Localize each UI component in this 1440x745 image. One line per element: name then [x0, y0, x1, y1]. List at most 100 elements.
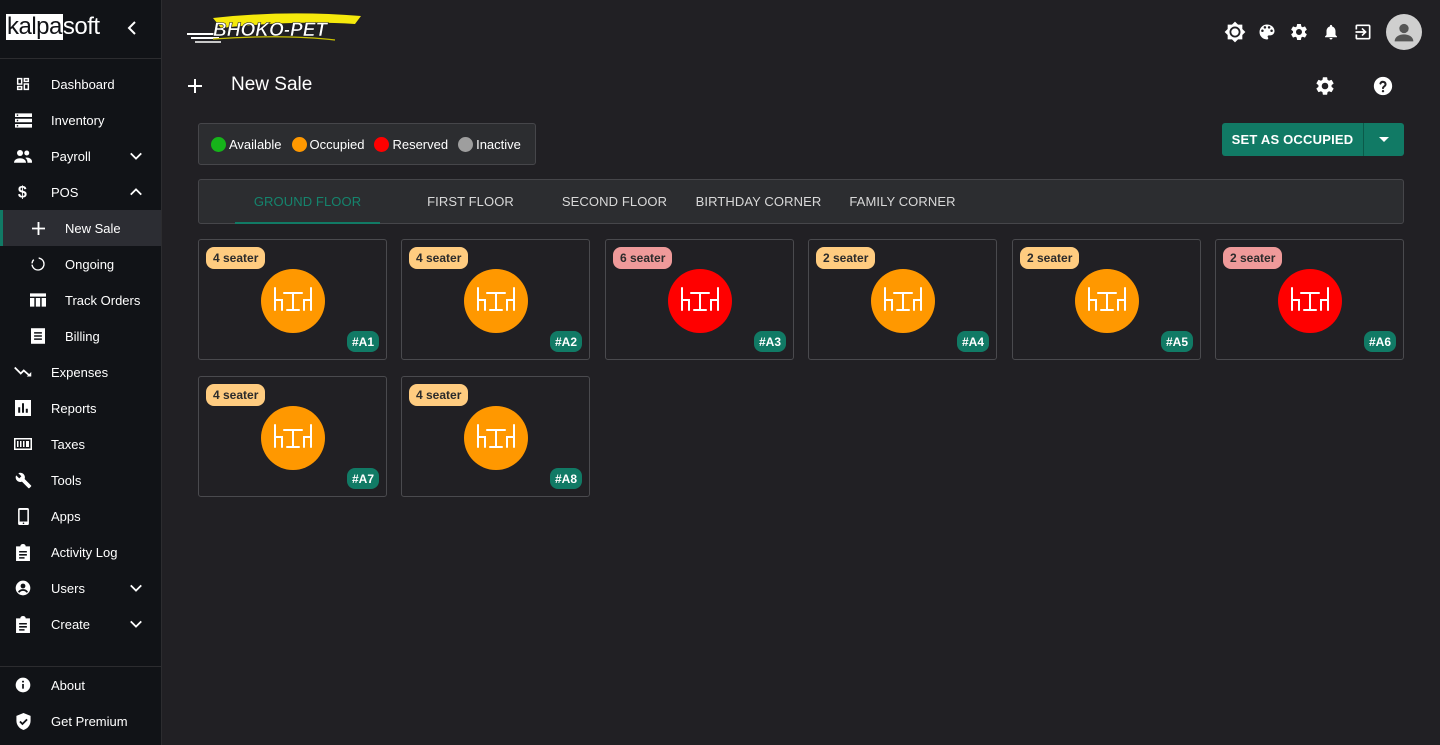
- table-id-badge: #A7: [346, 468, 379, 489]
- seat-count-badge: 2 seater: [816, 247, 876, 269]
- sidebar-item-get-premium[interactable]: Get Premium: [0, 703, 161, 739]
- sidebar-item-label: Reports: [51, 400, 97, 416]
- clipboard-icon: [14, 615, 32, 633]
- sidebar-item-label: Inventory: [51, 112, 105, 128]
- help-icon[interactable]: [1371, 74, 1395, 98]
- phone-icon: [14, 507, 32, 525]
- chevron-down-icon[interactable]: [127, 147, 145, 165]
- avatar-icon[interactable]: [1386, 14, 1422, 50]
- legend-label: Occupied: [309, 136, 365, 152]
- page-title: New Sale: [231, 74, 313, 95]
- dollar-icon: $: [14, 183, 32, 201]
- legend-label: Reserved: [392, 136, 449, 152]
- set-as-occupied-button[interactable]: SET AS OCCUPIED: [1222, 123, 1363, 156]
- sidebar-item-label: Apps: [51, 508, 81, 524]
- page-settings-gear-icon[interactable]: [1313, 74, 1337, 98]
- palette-icon[interactable]: [1256, 21, 1278, 43]
- sidebar-item-ongoing[interactable]: Ongoing: [0, 246, 161, 282]
- table-status-circle: [871, 269, 935, 333]
- table-id-badge: #A5: [1160, 331, 1193, 352]
- sidebar-item-billing[interactable]: Billing: [0, 318, 161, 354]
- sidebar-item-inventory[interactable]: Inventory: [0, 102, 161, 138]
- sidebar-item-expenses[interactable]: Expenses: [0, 354, 161, 390]
- status-legend: Available Occupied Reserved Inactive: [198, 123, 536, 165]
- legend-dot: [291, 136, 307, 152]
- sidebar-item-activity-log[interactable]: Activity Log: [0, 534, 161, 570]
- table-id-badge: #A2: [549, 331, 582, 352]
- table-card[interactable]: 2 seater #A5: [1012, 239, 1201, 360]
- tab-ground-floor[interactable]: GROUND FLOOR: [235, 180, 380, 224]
- dining-table-icon: [273, 286, 313, 317]
- dining-table-icon: [680, 286, 720, 317]
- logout-icon[interactable]: [1352, 21, 1374, 43]
- legend-dot: [211, 136, 226, 152]
- svg-text:$: $: [18, 184, 27, 201]
- table-id-badge: #A1: [346, 331, 379, 352]
- table-status-circle: [1075, 269, 1139, 333]
- sidebar-item-tools[interactable]: Tools: [0, 462, 161, 498]
- brand-text: soft: [62, 13, 100, 40]
- sidebar-item-users[interactable]: Users: [0, 570, 161, 606]
- sidebar-item-label: Users: [51, 580, 85, 596]
- gear-icon[interactable]: [1288, 21, 1310, 43]
- sidebar-item-reports[interactable]: Reports: [0, 390, 161, 426]
- status-dropdown-button[interactable]: [1364, 123, 1404, 156]
- tab-second-floor[interactable]: SECOND FLOOR: [542, 180, 687, 223]
- brightness-icon[interactable]: [1224, 21, 1246, 43]
- table-card[interactable]: 2 seater #A6: [1215, 239, 1404, 360]
- sidebar-item-apps[interactable]: Apps: [0, 498, 161, 534]
- sidebar-item-payroll[interactable]: Payroll: [0, 138, 161, 174]
- caret-down-icon: [1379, 136, 1389, 142]
- chart-icon: [14, 399, 32, 417]
- table-status-circle: [261, 406, 325, 470]
- tab-birthday-corner[interactable]: BIRTHDAY CORNER: [686, 180, 831, 223]
- sidebar-item-label: Billing: [65, 328, 100, 344]
- bell-icon[interactable]: [1320, 21, 1342, 43]
- tab-first-floor[interactable]: FIRST FLOOR: [398, 180, 543, 223]
- chevron-down-icon[interactable]: [127, 615, 145, 633]
- seat-count-badge: 2 seater: [1020, 247, 1080, 269]
- table-card[interactable]: 4 seater #A8: [401, 376, 590, 497]
- sidebar-item-label: Taxes: [51, 436, 85, 452]
- table-card[interactable]: 6 seater #A3: [605, 239, 794, 360]
- legend-label: Available: [229, 136, 282, 152]
- table-icon: [29, 291, 47, 309]
- sidebar-item-new-sale[interactable]: New Sale: [0, 210, 161, 246]
- set-as-occupied-split-button: SET AS OCCUPIED: [1222, 123, 1404, 156]
- brand-boxed-text: kalpa: [6, 13, 63, 40]
- sidebar-item-label: Activity Log: [51, 544, 118, 560]
- table-card[interactable]: 4 seater #A1: [198, 239, 387, 360]
- table-card[interactable]: 4 seater #A7: [198, 376, 387, 497]
- dining-table-icon: [1087, 286, 1127, 317]
- legend-item-inactive: Inactive: [458, 136, 521, 152]
- sidebar-item-taxes[interactable]: Taxes: [0, 426, 161, 462]
- table-card[interactable]: 2 seater #A4: [808, 239, 997, 360]
- floor-tabs: GROUND FLOOR FIRST FLOOR SECOND FLOOR BIRTH…: [198, 179, 1404, 224]
- sidebar-item-create[interactable]: Create: [0, 606, 161, 642]
- sidebar-item-track-orders[interactable]: Track Orders: [0, 282, 161, 318]
- table-card[interactable]: 4 seater #A2: [401, 239, 590, 360]
- sidebar-item-about[interactable]: About: [0, 667, 161, 703]
- trending-down-icon: [14, 363, 32, 381]
- table-id-badge: #A8: [549, 468, 582, 489]
- add-icon[interactable]: [184, 75, 206, 97]
- brand-logo[interactable]: kalpa soft: [6, 12, 100, 42]
- sidebar-item-label: Ongoing: [65, 256, 115, 272]
- tab-family-corner[interactable]: FAMILY CORNER: [830, 180, 975, 223]
- sidebar-item-dashboard[interactable]: Dashboard: [0, 66, 161, 102]
- chevron-up-icon: [130, 188, 142, 196]
- legend-item-occupied: Occupied: [291, 136, 365, 152]
- sidebar-item-pos[interactable]: $ POS: [0, 174, 161, 210]
- sidebar: kalpa soft Dashboard Inventory Payroll $ POS N…: [0, 0, 162, 745]
- table-status-circle: [668, 269, 732, 333]
- table-id-badge: #A6: [1363, 331, 1396, 352]
- sidebar-item-label: Expenses: [51, 364, 109, 380]
- seat-count-badge: 4 seater: [206, 384, 266, 406]
- chevron-down-icon: [130, 152, 142, 160]
- seat-count-badge: 4 seater: [409, 247, 469, 269]
- dining-table-icon: [476, 286, 516, 317]
- collapse-sidebar-button[interactable]: [121, 16, 143, 40]
- shield-check-icon: [14, 712, 32, 730]
- chevron-down-icon[interactable]: [127, 579, 145, 597]
- chevron-up-icon[interactable]: [127, 183, 145, 201]
